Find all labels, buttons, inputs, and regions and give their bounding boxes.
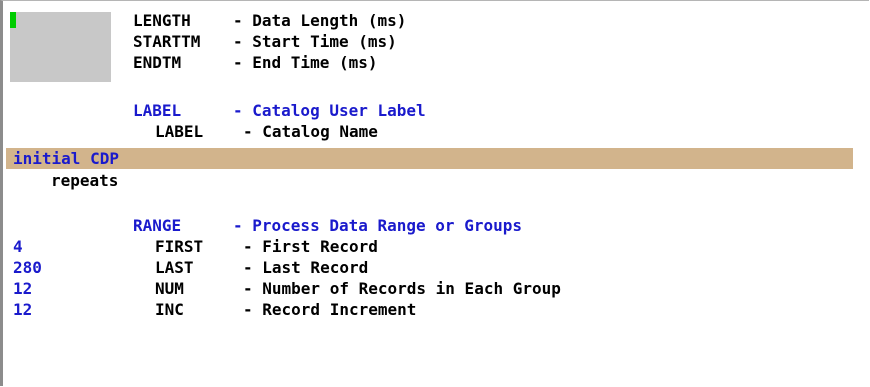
highlighted-row-value[interactable]: initial CDP (13, 149, 119, 169)
param-endtm-desc: - End Time (ms) (233, 53, 378, 72)
param-endtm-key: ENDTM (133, 53, 182, 72)
range-first-value[interactable]: 4 (13, 237, 23, 257)
range-num-desc: - Number of Records in Each Group (243, 279, 561, 298)
param-starttm-desc: - Start Time (ms) (233, 32, 397, 51)
range-num-value[interactable]: 12 (13, 279, 32, 299)
range-num-key: NUM (155, 279, 184, 298)
param-length-key: LENGTH (133, 11, 191, 30)
label-sub-key: LABEL (155, 122, 204, 141)
range-section-desc: - Process Data Range or Groups (233, 216, 522, 235)
editor-frame: LENGTH - Data Length (ms) STARTTM - Star… (0, 0, 869, 386)
param-length-desc: - Data Length (ms) (233, 11, 407, 30)
preview-thumbnail (10, 12, 111, 82)
label-section-desc: - Catalog User Label (233, 101, 426, 120)
text-cursor (10, 12, 16, 28)
range-section-key: RANGE (133, 216, 182, 235)
highlighted-row[interactable] (6, 148, 853, 169)
label-section-key: LABEL (133, 101, 182, 120)
range-last-value[interactable]: 280 (13, 258, 42, 278)
label-sub-desc: - Catalog Name (243, 122, 378, 141)
param-starttm-key: STARTTM (133, 32, 201, 51)
repeats-label: repeats (51, 171, 119, 190)
range-inc-key: INC (155, 300, 184, 319)
range-last-desc: - Last Record (243, 258, 369, 277)
range-first-desc: - First Record (243, 237, 378, 256)
range-inc-value[interactable]: 12 (13, 300, 32, 320)
range-first-key: FIRST (155, 237, 204, 256)
range-last-key: LAST (155, 258, 194, 277)
range-inc-desc: - Record Increment (243, 300, 417, 319)
